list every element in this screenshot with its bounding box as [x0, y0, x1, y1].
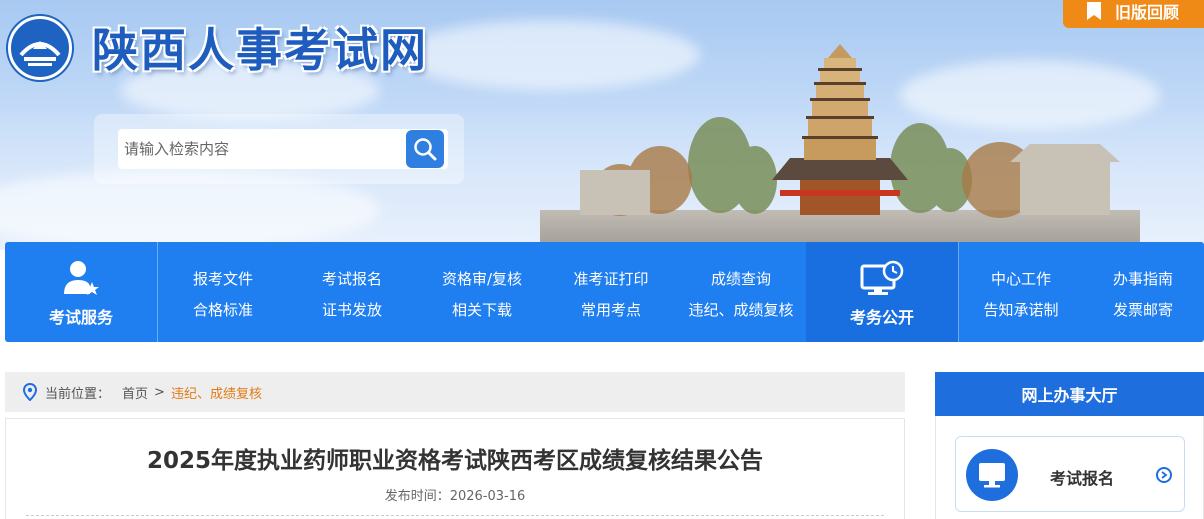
article-divider [26, 515, 884, 516]
chevron-right-circle-icon[interactable] [1156, 467, 1172, 483]
pagoda-scene-image [540, 44, 1140, 250]
exam-registration-label: 考试报名 [1050, 469, 1115, 488]
site-logo-emblem[interactable] [8, 16, 72, 80]
old-version-label: 旧版回顾 [1115, 3, 1180, 22]
user-star-icon [64, 261, 99, 295]
article-container: 2025年度执业药师职业资格考试陕西考区成绩复核结果公告 发布时间：2026-0… [5, 418, 905, 519]
nav-link-xgxz[interactable]: 相关下载 [452, 299, 512, 320]
search-icon [414, 138, 437, 161]
nav-link-gzcnz[interactable]: 告知承诺制 [983, 299, 1058, 320]
exam-registration-card[interactable]: 考试报名 [955, 436, 1185, 512]
nav-link-zxgz[interactable]: 中心工作 [991, 268, 1051, 289]
nav-link-hgbz[interactable]: 合格标准 [193, 299, 253, 320]
nav-link-cjcx[interactable]: 成绩查询 [711, 268, 771, 289]
location-pin-icon [23, 383, 37, 401]
nav-link-wjcjfh[interactable]: 违纪、成绩复核 [688, 299, 793, 320]
online-service-hall-header: 网上办事大厅 [935, 372, 1204, 416]
publish-date-label: 发布时间： [384, 489, 450, 504]
bookmark-icon [1087, 2, 1101, 20]
search-button[interactable] [406, 130, 444, 168]
header-banner: 陕西人事考试网 旧版回顾 [0, 0, 1204, 250]
breadcrumb-current[interactable]: 违纪、成绩复核 [171, 383, 262, 402]
exam-service-block[interactable]: 考试服务 [5, 242, 157, 342]
nav-link-cykd[interactable]: 常用考点 [581, 299, 641, 320]
monitor-clock-icon [860, 260, 904, 295]
article-publish-date: 发布时间：2026-03-16 [6, 485, 904, 504]
old-version-button[interactable]: 旧版回顾 [1063, 0, 1204, 28]
breadcrumb-separator: > [154, 384, 165, 400]
breadcrumb-prefix: 当前位置： [45, 386, 111, 402]
breadcrumb-home-link[interactable]: 首页 [122, 383, 148, 402]
nav-divider [958, 242, 959, 342]
nav-link-zsff[interactable]: 证书发放 [322, 299, 382, 320]
nav-link-bszn[interactable]: 办事指南 [1113, 268, 1173, 289]
nav-link-zkzdy[interactable]: 准考证打印 [573, 268, 648, 289]
monitor-icon [966, 449, 1018, 501]
nav-divider [157, 242, 158, 342]
site-title[interactable]: 陕西人事考试网 [92, 14, 428, 80]
breadcrumb: 当前位置： 首页 > 违纪、成绩复核 [5, 372, 905, 412]
nav-link-bkwj[interactable]: 报考文件 [193, 268, 253, 289]
article-title: 2025年度执业药师职业资格考试陕西考区成绩复核结果公告 [146, 448, 763, 474]
main-nav: 考试服务 报考文件 考试报名 资格审/复核 准考证打印 成绩查询 合格标准 证书… [5, 242, 1204, 342]
search-input[interactable] [118, 129, 448, 169]
exam-service-label: 考试服务 [48, 308, 113, 327]
publish-date-value: 2026-03-16 [449, 489, 526, 504]
nav-link-zgs[interactable]: 资格审/复核 [442, 268, 522, 289]
nav-link-kszm[interactable]: 考试报名 [322, 268, 382, 289]
nav-link-fpyj[interactable]: 发票邮寄 [1113, 299, 1173, 320]
exam-affairs-label: 考务公开 [849, 308, 914, 327]
exam-affairs-block[interactable]: 考务公开 [806, 242, 958, 342]
